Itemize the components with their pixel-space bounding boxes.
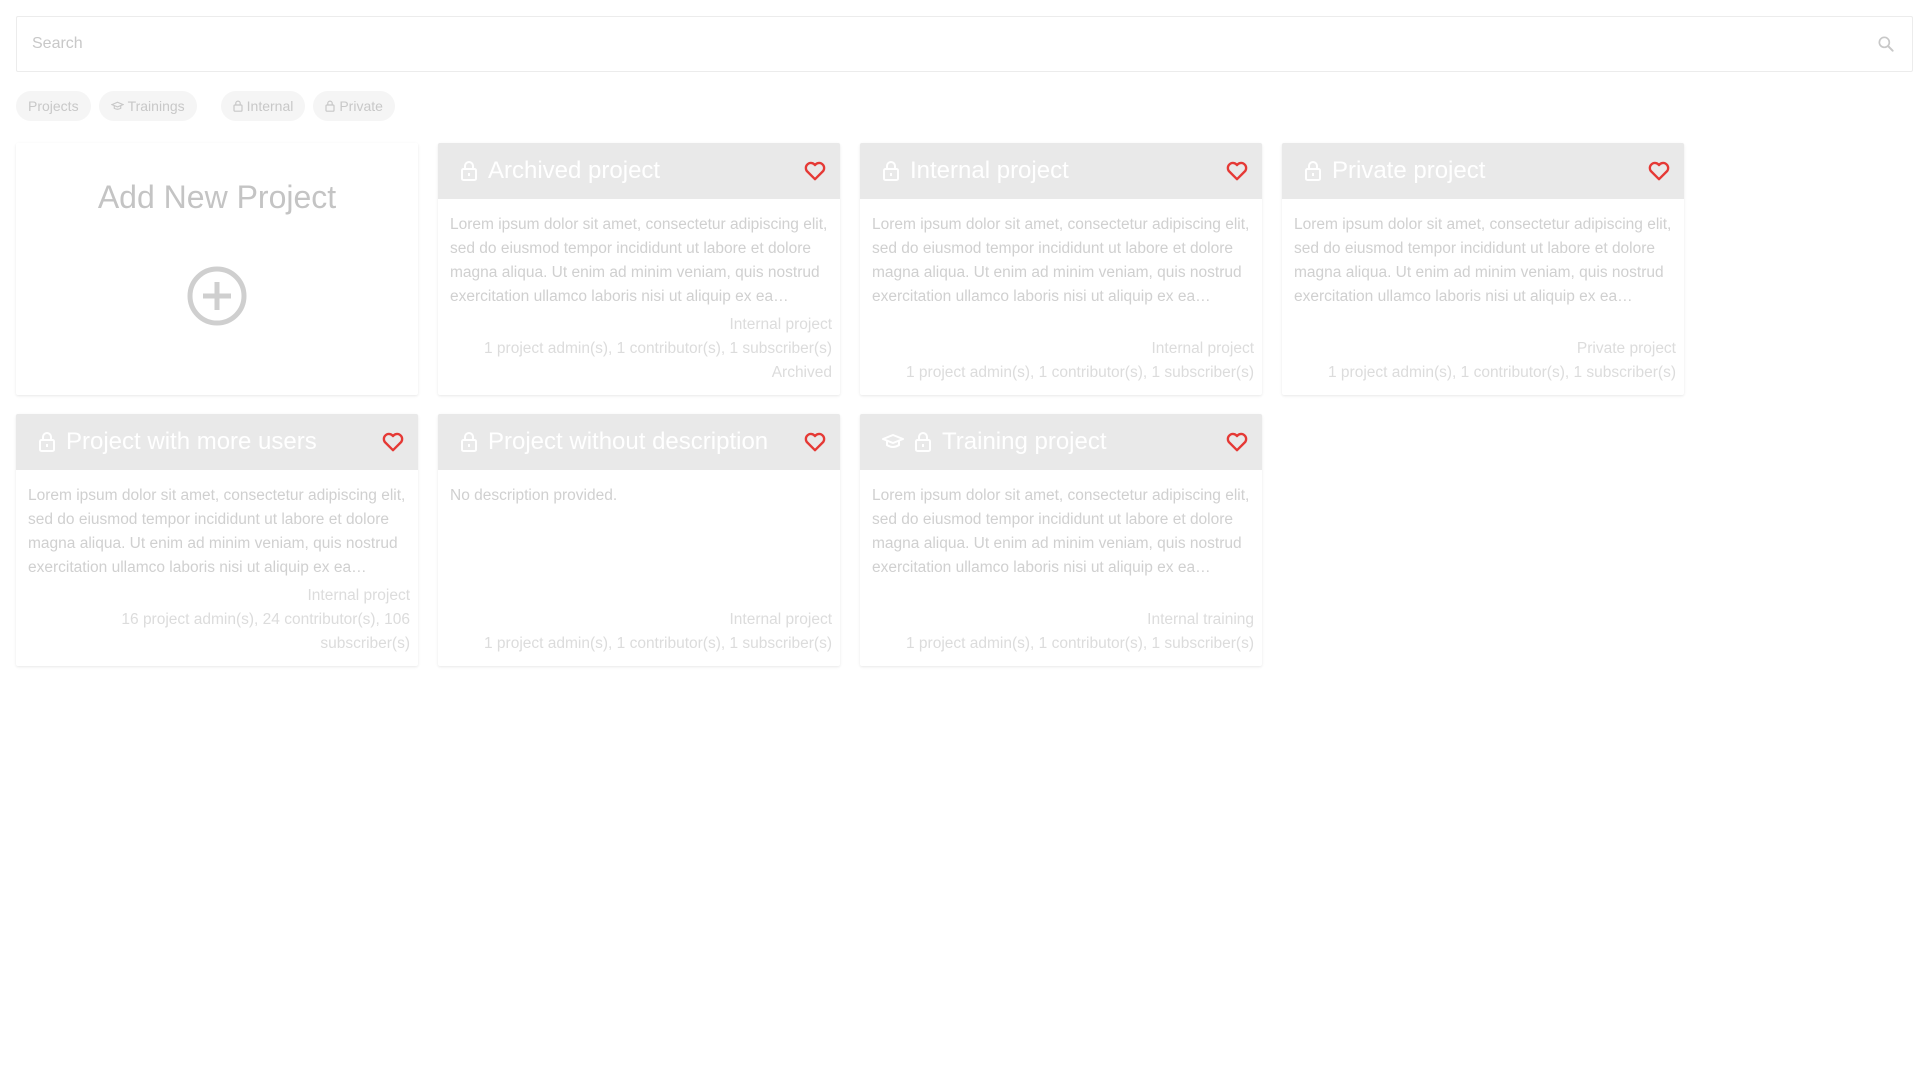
card-type: Internal training — [1147, 611, 1254, 628]
card-title: Private project — [1332, 157, 1486, 184]
lock-icon — [1304, 160, 1322, 182]
card-meta: Internal project 1 project admin(s), 1 c… — [450, 313, 832, 385]
filter-chip-internal[interactable]: Internal — [220, 91, 306, 121]
card-type: Internal project — [729, 611, 832, 628]
card-meta: Internal project 1 project admin(s), 1 c… — [872, 337, 1254, 385]
card-description: Lorem ipsum dolor sit amet, consectetur … — [450, 216, 828, 305]
card-type: Internal project — [307, 587, 410, 604]
graduation-cap-icon — [110, 101, 124, 111]
card-type: Internal project — [729, 316, 832, 333]
lock-icon — [460, 160, 478, 182]
chip-label: Private — [339, 98, 383, 114]
add-new-project-card[interactable]: Add New Project — [16, 143, 418, 395]
card-header: Archived project — [438, 143, 840, 199]
card-title: Project without description — [488, 428, 769, 455]
lock-icon — [38, 431, 56, 453]
card-header: Private project — [1282, 143, 1684, 199]
graduation-cap-icon — [882, 434, 904, 450]
card-header: Training project — [860, 414, 1262, 470]
chip-label: Internal — [246, 98, 294, 114]
card-members: 1 project admin(s), 1 contributor(s), 1 … — [905, 364, 1254, 381]
project-card[interactable]: Internal project Lorem ipsum dolor sit a… — [860, 143, 1262, 395]
card-members: 16 project admin(s), 24 contributor(s), … — [121, 611, 410, 652]
card-description: Lorem ipsum dolor sit amet, consectetur … — [872, 216, 1250, 305]
favorite-heart-icon[interactable] — [804, 161, 826, 181]
lock-icon — [882, 160, 900, 182]
card-title: Archived project — [488, 157, 661, 184]
card-title: Project with more users — [66, 428, 317, 455]
lock-icon — [233, 100, 243, 112]
search-icon[interactable] — [1874, 32, 1898, 56]
favorite-heart-icon[interactable] — [1648, 161, 1670, 181]
add-circle-icon[interactable] — [187, 266, 247, 331]
card-description: Lorem ipsum dolor sit amet, consectetur … — [872, 487, 1250, 576]
card-members: 1 project admin(s), 1 contributor(s), 1 … — [1327, 364, 1676, 381]
favorite-heart-icon[interactable] — [1226, 161, 1248, 181]
chip-label: Projects — [28, 98, 79, 114]
filter-chip-private[interactable]: Private — [313, 91, 395, 121]
card-type: Private project — [1576, 340, 1676, 357]
project-card[interactable]: Project with more users Lorem ipsum dolo… — [16, 414, 418, 666]
filter-chip-trainings[interactable]: Trainings — [98, 91, 197, 121]
card-header: Internal project — [860, 143, 1262, 199]
filter-chips: Projects Trainings Internal Private — [16, 91, 395, 121]
card-status: Archived — [771, 364, 832, 381]
card-title: Internal project — [910, 157, 1069, 184]
favorite-heart-icon[interactable] — [804, 432, 826, 452]
card-members: 1 project admin(s), 1 contributor(s), 1 … — [483, 635, 832, 652]
card-meta: Internal project 1 project admin(s), 1 c… — [450, 608, 832, 656]
card-description: Lorem ipsum dolor sit amet, consectetur … — [1294, 216, 1672, 305]
card-meta: Internal project 16 project admin(s), 24… — [28, 584, 410, 656]
project-card[interactable]: Archived project Lorem ipsum dolor sit a… — [438, 143, 840, 395]
card-meta: Private project 1 project admin(s), 1 co… — [1294, 337, 1676, 385]
lock-icon — [914, 431, 932, 453]
card-members: 1 project admin(s), 1 contributor(s), 1 … — [905, 635, 1254, 652]
chip-label: Trainings — [127, 98, 185, 114]
card-description: Lorem ipsum dolor sit amet, consectetur … — [28, 487, 406, 576]
card-header: Project with more users — [16, 414, 418, 470]
lock-icon — [460, 431, 478, 453]
card-description: No description provided. — [450, 487, 618, 504]
search-input[interactable] — [17, 17, 1874, 71]
filter-chip-projects[interactable]: Projects — [16, 91, 91, 121]
project-card[interactable]: Training project Lorem ipsum dolor sit a… — [860, 414, 1262, 666]
card-title: Training project — [942, 428, 1107, 455]
card-members: 1 project admin(s), 1 contributor(s), 1 … — [483, 340, 832, 357]
card-header: Project without description — [438, 414, 840, 470]
favorite-heart-icon[interactable] — [382, 432, 404, 452]
lock-icon — [325, 100, 335, 112]
favorite-heart-icon[interactable] — [1226, 432, 1248, 452]
project-card[interactable]: Project without description No descripti… — [438, 414, 840, 666]
card-type: Internal project — [1151, 340, 1254, 357]
search-bar — [16, 16, 1913, 72]
project-card[interactable]: Private project Lorem ipsum dolor sit am… — [1282, 143, 1684, 395]
add-project-title: Add New Project — [97, 179, 337, 215]
card-meta: Internal training 1 project admin(s), 1 … — [872, 608, 1254, 656]
